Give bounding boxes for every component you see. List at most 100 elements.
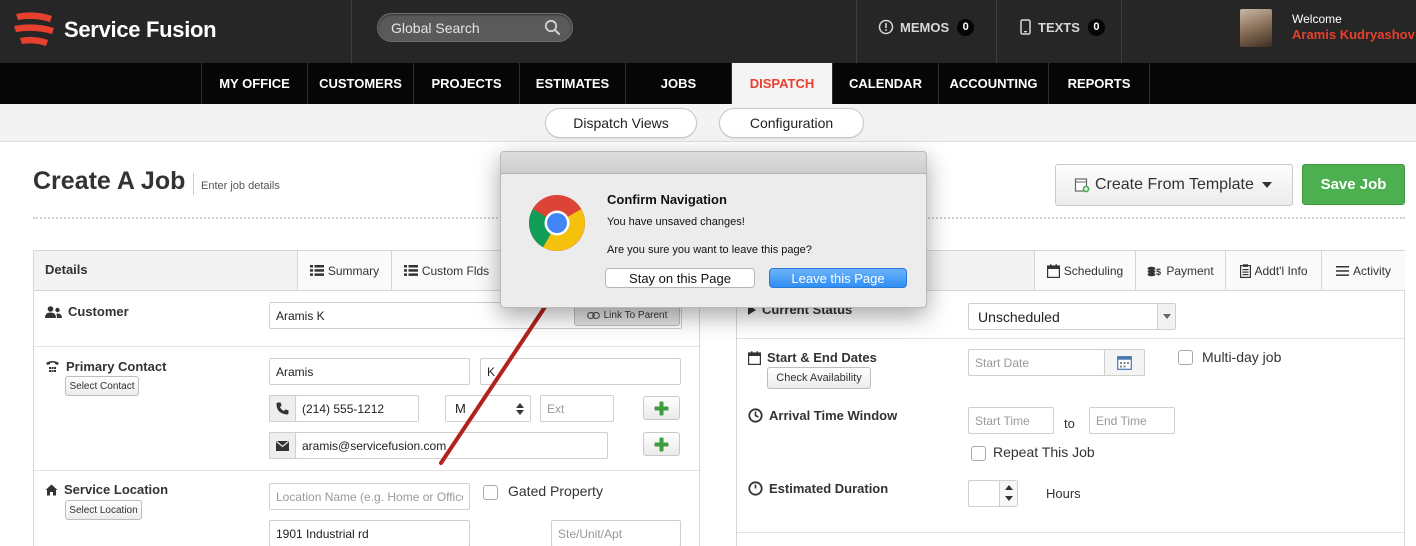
phone-ext-input[interactable] [540, 395, 614, 422]
dialog-title: Confirm Navigation [607, 192, 727, 207]
multi-day-job-checkbox[interactable] [1178, 350, 1193, 365]
plus-icon [654, 437, 669, 452]
location-name-input[interactable] [269, 483, 470, 510]
stay-on-page-button[interactable]: Stay on this Page [605, 268, 755, 288]
arrival-time-window-label: Arrival Time Window [748, 408, 897, 423]
service-location-label: Service Location [45, 482, 168, 497]
leave-page-button[interactable]: Leave this Page [769, 268, 907, 288]
nav-tab-accounting[interactable]: ACCOUNTING [938, 63, 1048, 104]
nav-tab-projects[interactable]: PROJECTS [413, 63, 519, 104]
row-divider [737, 338, 1404, 339]
select-contact-button[interactable]: Select Contact [65, 376, 139, 396]
primary-contact-label: Primary Contact [45, 359, 166, 374]
unit-input[interactable] [551, 520, 681, 546]
nav-tab-dispatch[interactable]: DISPATCH [731, 63, 832, 104]
tab-payment[interactable]: $ Payment [1135, 251, 1225, 290]
select-location-button[interactable]: Select Location [65, 500, 142, 520]
status-select[interactable]: Unscheduled [968, 303, 1176, 330]
tab-custom-fields[interactable]: Custom Flds [391, 251, 501, 290]
row-divider [34, 470, 699, 471]
configuration-button[interactable]: Configuration [719, 108, 864, 138]
users-icon [45, 305, 62, 318]
page-title: Create A Job [33, 167, 186, 195]
start-date-input[interactable] [968, 349, 1105, 376]
save-job-button[interactable]: Save Job [1302, 164, 1405, 205]
nav-tab-calendar[interactable]: CALENDAR [832, 63, 938, 104]
logo[interactable]: Service Fusion [12, 10, 217, 50]
caret-down-icon [1157, 304, 1175, 329]
user-name-link[interactable]: Aramis Kudryashov [1292, 27, 1415, 42]
home-icon [45, 484, 58, 496]
nav-tab-jobs[interactable]: JOBS [625, 63, 731, 104]
tab-custom-fields-label: Custom Flds [421, 263, 490, 278]
texts-label: TEXTS [1038, 19, 1080, 35]
estimated-duration-label: Estimated Duration [748, 481, 888, 496]
stepper-down-icon[interactable] [1005, 496, 1013, 501]
nav-tab-customers[interactable]: CUSTOMERS [307, 63, 413, 104]
nav-tab-reports[interactable]: REPORTS [1048, 63, 1150, 104]
header-divider [856, 0, 857, 63]
main-nav: MY OFFICE CUSTOMERS PROJECTS ESTIMATES J… [0, 63, 1416, 104]
clipboard-icon [1239, 263, 1251, 278]
estimated-duration-label-text: Estimated Duration [769, 481, 889, 496]
tab-additional-info[interactable]: Addt'l Info [1225, 251, 1321, 290]
start-end-dates-label-text: Start & End Dates [767, 350, 877, 365]
repeat-job-checkbox[interactable] [971, 446, 986, 461]
date-picker-button[interactable] [1104, 349, 1145, 376]
chrome-logo-icon [528, 194, 586, 257]
link-to-parent-label: Link To Parent [603, 309, 668, 321]
texts-button[interactable]: TEXTS 0 [1020, 18, 1105, 36]
nav-tab-estimates[interactable]: ESTIMATES [519, 63, 625, 104]
tab-summary-label: Summary [327, 263, 380, 278]
stepper-arrows[interactable] [999, 481, 1017, 506]
phone-addon [269, 395, 296, 422]
search-icon[interactable] [544, 19, 561, 41]
dispatch-views-button[interactable]: Dispatch Views [545, 108, 697, 138]
phone-icon [276, 402, 289, 415]
phone-type-select[interactable]: M [445, 395, 531, 422]
calendar-icon [1046, 263, 1060, 278]
global-search[interactable] [377, 13, 573, 42]
create-from-template-button[interactable]: Create From Template [1055, 164, 1293, 206]
service-fusion-logo-icon [12, 10, 56, 50]
tab-scheduling[interactable]: Scheduling [1034, 251, 1135, 290]
header-divider [996, 0, 997, 63]
contact-last-name-input[interactable] [480, 358, 681, 385]
nav-tab-my-office[interactable]: MY OFFICE [201, 63, 307, 104]
start-time-input[interactable] [968, 407, 1054, 434]
customer-label-text: Customer [68, 304, 129, 319]
global-search-input[interactable] [378, 14, 538, 41]
phone-directory-icon [45, 360, 60, 374]
to-label: to [1064, 416, 1075, 431]
arrival-time-window-label-text: Arrival Time Window [769, 408, 898, 423]
welcome-text: Welcome [1292, 12, 1342, 26]
lines-icon [1335, 265, 1349, 276]
start-end-dates-label: Start & End Dates [748, 350, 877, 365]
tab-scheduling-label: Scheduling [1063, 263, 1124, 278]
user-avatar[interactable] [1240, 9, 1272, 47]
memos-label: MEMOS [900, 19, 950, 35]
add-phone-button[interactable] [643, 396, 680, 420]
page-subtitle: Enter job details [193, 173, 280, 195]
clock-icon [748, 481, 763, 496]
contact-first-name-input[interactable] [269, 358, 470, 385]
stepper-up-icon[interactable] [1005, 485, 1013, 490]
calendar-picker-icon [1117, 355, 1132, 370]
gated-property-label: Gated Property [508, 483, 603, 499]
duration-stepper[interactable] [968, 480, 1018, 507]
email-input[interactable] [295, 432, 608, 459]
phone-input[interactable] [295, 395, 419, 422]
memos-button[interactable]: MEMOS 0 [878, 18, 975, 36]
end-time-input[interactable] [1089, 407, 1175, 434]
check-availability-button[interactable]: Check Availability [767, 367, 871, 389]
multi-day-job-label: Multi-day job [1202, 349, 1282, 365]
tab-activity[interactable]: Activity [1321, 251, 1405, 290]
status-value: Unscheduled [978, 308, 1060, 325]
info-icon [878, 19, 894, 35]
tab-summary[interactable]: Summary [297, 251, 391, 290]
dialog-titlebar[interactable] [501, 152, 926, 174]
address-input[interactable] [269, 520, 470, 546]
confirm-navigation-dialog: Confirm Navigation You have unsaved chan… [500, 151, 927, 308]
gated-property-checkbox[interactable] [483, 485, 498, 500]
add-email-button[interactable] [643, 432, 680, 456]
